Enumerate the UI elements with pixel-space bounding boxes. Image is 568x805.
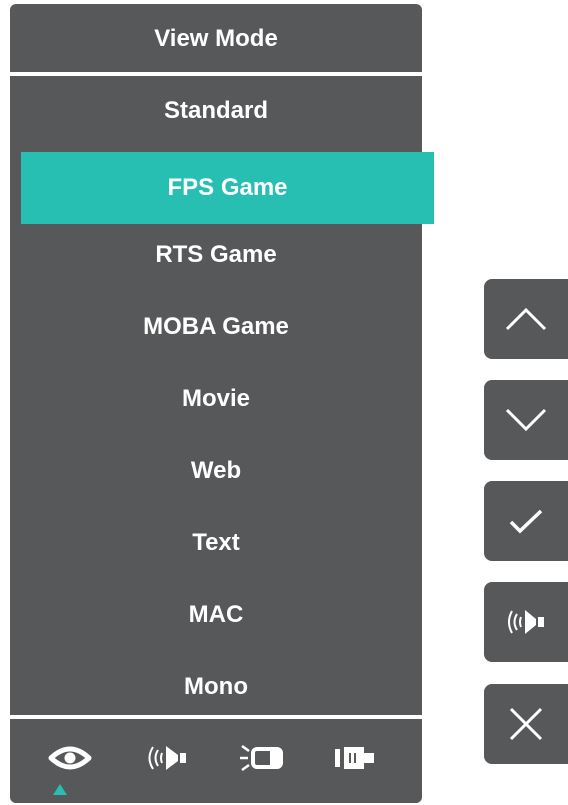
osd-menu-panel: View Mode Standard FPS Game RTS Game MOB… — [10, 4, 434, 803]
eye-icon[interactable] — [40, 733, 100, 783]
menu-item-moba-game[interactable]: MOBA Game — [10, 294, 422, 360]
check-icon — [509, 509, 543, 534]
bottom-divider — [10, 715, 422, 719]
brightness-icon[interactable] — [232, 733, 292, 783]
menu-item-standard[interactable]: Standard — [10, 78, 422, 144]
top-divider — [10, 72, 422, 76]
down-chevron-icon — [505, 408, 547, 432]
close-icon — [509, 707, 543, 741]
audio-key[interactable] — [484, 582, 568, 662]
menu-item-text[interactable]: Text — [10, 510, 422, 576]
active-tab-marker — [53, 784, 67, 795]
menu-item-fps-game[interactable]: FPS Game — [21, 152, 434, 224]
up-chevron-icon — [505, 307, 547, 331]
confirm-key[interactable] — [484, 481, 568, 561]
up-key[interactable] — [484, 279, 568, 359]
menu-title: View Mode — [154, 25, 278, 52]
audio-icon — [508, 610, 544, 634]
input-source-icon[interactable] — [326, 733, 386, 783]
menu-item-rts-game[interactable]: RTS Game — [10, 222, 422, 288]
audio-icon[interactable] — [136, 733, 196, 783]
menu-item-movie[interactable]: Movie — [10, 366, 422, 432]
menu-item-web[interactable]: Web — [10, 438, 422, 504]
menu-item-mac[interactable]: MAC — [10, 582, 422, 648]
exit-key[interactable] — [484, 684, 568, 764]
down-key[interactable] — [484, 380, 568, 460]
menu-item-mono[interactable]: Mono — [10, 654, 422, 720]
